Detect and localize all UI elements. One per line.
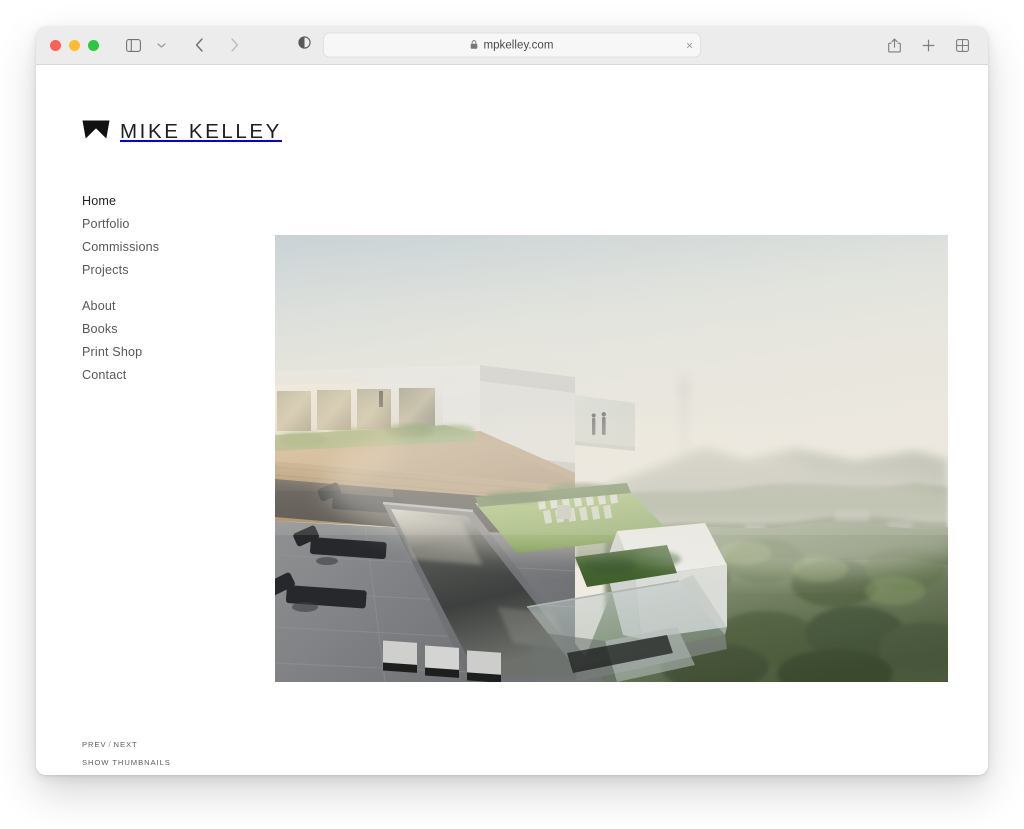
site-title: MIKE KELLEY — [120, 120, 282, 143]
plus-icon — [922, 39, 935, 52]
show-thumbnails-link[interactable]: SHOW THUMBNAILS — [82, 758, 171, 767]
close-window-button[interactable] — [50, 39, 61, 51]
window-controls — [50, 39, 99, 51]
back-button[interactable] — [186, 33, 212, 57]
tab-overview-icon — [955, 38, 969, 52]
chevron-down-icon — [156, 42, 166, 49]
nav-item-portfolio[interactable]: Portfolio — [82, 213, 159, 236]
tab-overview-button[interactable] — [949, 33, 975, 57]
share-icon — [887, 38, 901, 53]
sidebar-icon — [125, 38, 141, 52]
toolbar-nav-group — [120, 33, 247, 57]
toolbar-actions — [881, 33, 975, 57]
prev-next-separator: / — [108, 740, 112, 749]
clear-address-button[interactable]: × — [686, 39, 693, 51]
crown-mark-icon — [82, 119, 110, 145]
gallery-controls: PREV / NEXT SHOW THUMBNAILS — [82, 740, 171, 767]
nav-item-home[interactable]: Home — [82, 190, 159, 213]
back-arrow-icon — [195, 38, 204, 52]
share-button[interactable] — [881, 33, 907, 57]
site-navigation: Home Portfolio Commissions Projects Abou… — [82, 190, 159, 387]
browser-toolbar: mpkelley.com × — [36, 26, 988, 65]
forward-button[interactable] — [221, 33, 247, 57]
address-bar-content: mpkelley.com — [470, 36, 553, 54]
address-bar[interactable]: mpkelley.com × — [323, 32, 701, 58]
tab-group-menu-button[interactable] — [148, 33, 174, 57]
prev-link[interactable]: PREV — [82, 740, 106, 749]
zoom-window-button[interactable] — [88, 39, 99, 51]
browser-window: mpkelley.com × MIKE KELLEY Home Portfoli… — [36, 26, 988, 775]
hero-photograph-render — [275, 235, 948, 682]
minimize-window-button[interactable] — [69, 39, 80, 51]
hero-photograph[interactable] — [275, 235, 948, 682]
page-content: MIKE KELLEY Home Portfolio Commissions P… — [36, 65, 988, 775]
forward-arrow-icon — [230, 38, 239, 52]
nav-item-print-shop[interactable]: Print Shop — [82, 341, 159, 364]
prev-next-row: PREV / NEXT — [82, 740, 171, 749]
privacy-shield-icon[interactable] — [298, 36, 311, 54]
nav-item-commissions[interactable]: Commissions — [82, 236, 159, 259]
site-logo[interactable]: MIKE KELLEY — [82, 119, 282, 145]
new-tab-button[interactable] — [915, 33, 941, 57]
next-link[interactable]: NEXT — [114, 740, 138, 749]
nav-item-books[interactable]: Books — [82, 318, 159, 341]
nav-item-about[interactable]: About — [82, 295, 159, 318]
nav-divider-space — [82, 282, 159, 295]
nav-item-projects[interactable]: Projects — [82, 259, 159, 282]
lock-icon — [470, 36, 478, 54]
sidebar-toggle-button[interactable] — [120, 33, 146, 57]
address-bar-url: mpkelley.com — [483, 39, 554, 51]
nav-item-contact[interactable]: Contact — [82, 364, 159, 387]
